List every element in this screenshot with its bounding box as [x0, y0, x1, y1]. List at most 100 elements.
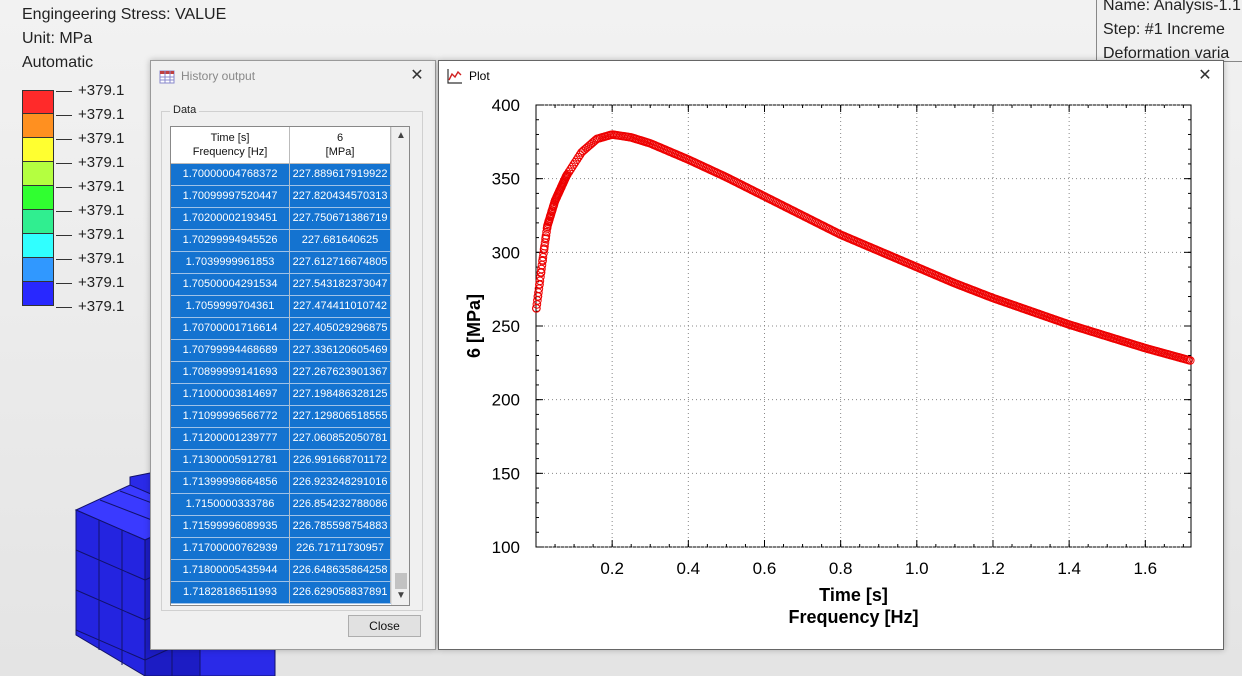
column-header-stress[interactable]: 6 [MPa]: [289, 127, 391, 164]
x-tick-label: 0.6: [753, 559, 777, 578]
plot-canvas[interactable]: 0.2 0.4 0.6 0.8 1.0 1.2 1.4 1.6 100 150 200 250 300 3…: [439, 91, 1223, 649]
cell-stress[interactable]: 227.474411010742: [289, 295, 391, 318]
cell-stress[interactable]: 227.681640625: [289, 229, 391, 252]
table-row[interactable]: 1.70899999141693 227.267623901367: [171, 361, 391, 384]
cell-time[interactable]: 1.71828186511993: [171, 581, 291, 604]
cell-time[interactable]: 1.71200001239777: [171, 427, 291, 450]
y-tick-label: 150: [492, 464, 520, 483]
table-row[interactable]: 1.71800005435944 226.648635864258: [171, 559, 391, 582]
legend-value-text: +379.1: [78, 178, 125, 195]
cell-time[interactable]: 1.7059999704361: [171, 295, 291, 318]
y-tick-label: 100: [492, 538, 520, 557]
table-row[interactable]: 1.71000003814697 227.198486328125: [171, 383, 391, 406]
legend-swatch: [22, 114, 54, 138]
cell-time[interactable]: 1.71800005435944: [171, 559, 291, 582]
data-series[interactable]: [532, 130, 1195, 365]
table-row[interactable]: 1.70000004768372 227.889617919922: [171, 163, 391, 186]
cell-stress[interactable]: 227.612716674805: [289, 251, 391, 274]
legend-swatch: [22, 282, 54, 306]
table-row[interactable]: 1.71200001239777 227.060852050781: [171, 427, 391, 450]
table-row[interactable]: 1.7039999961853 227.612716674805: [171, 251, 391, 274]
cell-time[interactable]: 1.70200002193451: [171, 207, 291, 230]
plot-close-icon[interactable]: ✕: [1195, 66, 1215, 86]
cell-stress[interactable]: 226.854232788086: [289, 493, 391, 516]
cell-time[interactable]: 1.71099996566772: [171, 405, 291, 428]
cell-stress[interactable]: 226.991668701172: [289, 449, 391, 472]
cell-time[interactable]: 1.7150000333786: [171, 493, 291, 516]
cell-stress[interactable]: 226.785598754883: [289, 515, 391, 538]
legend-value-text: +379.1: [78, 106, 125, 123]
info-line-step: Step: #1 Increme: [1103, 21, 1225, 38]
column-header-time[interactable]: Time [s] Frequency [Hz]: [171, 127, 291, 164]
cell-stress[interactable]: 226.648635864258: [289, 559, 391, 582]
legend-value-text: +379.1: [78, 154, 125, 171]
legend-value: +379.1: [56, 127, 124, 151]
table-row[interactable]: 1.71828186511993 226.629058837891: [171, 581, 391, 604]
plot-dialog[interactable]: Plot ✕ 0.2 0.4 0.6 0.8 1.0 1.2 1.4 1.6 100 150 200…: [438, 60, 1224, 650]
legend-unit: Unit: MPa: [22, 30, 93, 47]
table-row[interactable]: 1.71700000762939 226.71711730957: [171, 537, 391, 560]
cell-time[interactable]: 1.70099997520447: [171, 185, 291, 208]
legend-value-text: +379.1: [78, 130, 125, 147]
cell-stress[interactable]: 227.820434570313: [289, 185, 391, 208]
cell-stress[interactable]: 227.336120605469: [289, 339, 391, 362]
cell-stress[interactable]: 227.198486328125: [289, 383, 391, 406]
cell-stress[interactable]: 226.923248291016: [289, 471, 391, 494]
table-row[interactable]: 1.7150000333786 226.854232788086: [171, 493, 391, 516]
cell-time[interactable]: 1.71000003814697: [171, 383, 291, 406]
cell-stress[interactable]: 227.405029296875: [289, 317, 391, 340]
data-table-container[interactable]: Time [s] Frequency [Hz] 6 [MPa] 1.700000…: [170, 126, 410, 606]
x-tick-label: 1.6: [1133, 559, 1157, 578]
table-vertical-scrollbar[interactable]: ▲ ▼: [391, 127, 409, 605]
table-row[interactable]: 1.7059999704361 227.474411010742: [171, 295, 391, 318]
history-output-titlebar[interactable]: History output ✕: [151, 61, 435, 91]
legend-value-text: +379.1: [78, 82, 125, 99]
table-row[interactable]: 1.70299994945526 227.681640625: [171, 229, 391, 252]
table-row[interactable]: 1.71399998664856 226.923248291016: [171, 471, 391, 494]
cell-time[interactable]: 1.70299994945526: [171, 229, 291, 252]
cell-stress[interactable]: 227.543182373047: [289, 273, 391, 296]
cell-stress[interactable]: 227.129806518555: [289, 405, 391, 428]
cell-stress[interactable]: 226.629058837891: [289, 581, 391, 604]
close-button[interactable]: Close: [348, 615, 421, 637]
cell-time[interactable]: 1.70500004291534: [171, 273, 291, 296]
cell-time[interactable]: 1.70899999141693: [171, 361, 291, 384]
legend-value-text: +379.1: [78, 250, 125, 267]
legend-value: +379.1: [56, 175, 124, 199]
legend-swatch: [22, 186, 54, 210]
cell-time[interactable]: 1.71700000762939: [171, 537, 291, 560]
cell-time[interactable]: 1.70799994468689: [171, 339, 291, 362]
table-row[interactable]: 1.70099997520447 227.820434570313: [171, 185, 391, 208]
cell-stress[interactable]: 227.267623901367: [289, 361, 391, 384]
plot-titlebar[interactable]: Plot ✕: [439, 61, 1223, 91]
cell-time[interactable]: 1.71599996089935: [171, 515, 291, 538]
cell-stress[interactable]: 226.71711730957: [289, 537, 391, 560]
cell-time[interactable]: 1.70700001716614: [171, 317, 291, 340]
cell-time[interactable]: 1.71300005912781: [171, 449, 291, 472]
cell-stress[interactable]: 227.889617919922: [289, 163, 391, 186]
legend-value: +379.1: [56, 79, 124, 103]
legend-tick: [56, 258, 72, 260]
legend-tick: [56, 162, 72, 164]
cell-stress[interactable]: 227.750671386719: [289, 207, 391, 230]
cell-time[interactable]: 1.70000004768372: [171, 163, 291, 186]
table-row[interactable]: 1.71599996089935 226.785598754883: [171, 515, 391, 538]
scroll-up-arrow-icon[interactable]: ▲: [392, 127, 409, 145]
legend-value: +379.1: [56, 103, 124, 127]
table-row[interactable]: 1.71099996566772 227.129806518555: [171, 405, 391, 428]
table-row[interactable]: 1.70200002193451 227.750671386719: [171, 207, 391, 230]
scroll-down-arrow-icon[interactable]: ▼: [392, 587, 409, 605]
history-output-dialog[interactable]: History output ✕ Data Time [s] Frequency…: [150, 60, 436, 650]
legend-tick: [56, 114, 72, 116]
cell-time[interactable]: 1.71399998664856: [171, 471, 291, 494]
table-row[interactable]: 1.71300005912781 226.991668701172: [171, 449, 391, 472]
history-close-icon[interactable]: ✕: [407, 66, 427, 86]
column-header-stress-line2: [MPa]: [325, 145, 355, 158]
cell-stress[interactable]: 227.060852050781: [289, 427, 391, 450]
table-row[interactable]: 1.70700001716614 227.405029296875: [171, 317, 391, 340]
legend-value-text: +379.1: [78, 274, 125, 291]
table-row[interactable]: 1.70500004291534 227.543182373047: [171, 273, 391, 296]
table-row[interactable]: 1.70799994468689 227.336120605469: [171, 339, 391, 362]
cell-time[interactable]: 1.7039999961853: [171, 251, 291, 274]
history-grid-icon: [159, 70, 175, 84]
